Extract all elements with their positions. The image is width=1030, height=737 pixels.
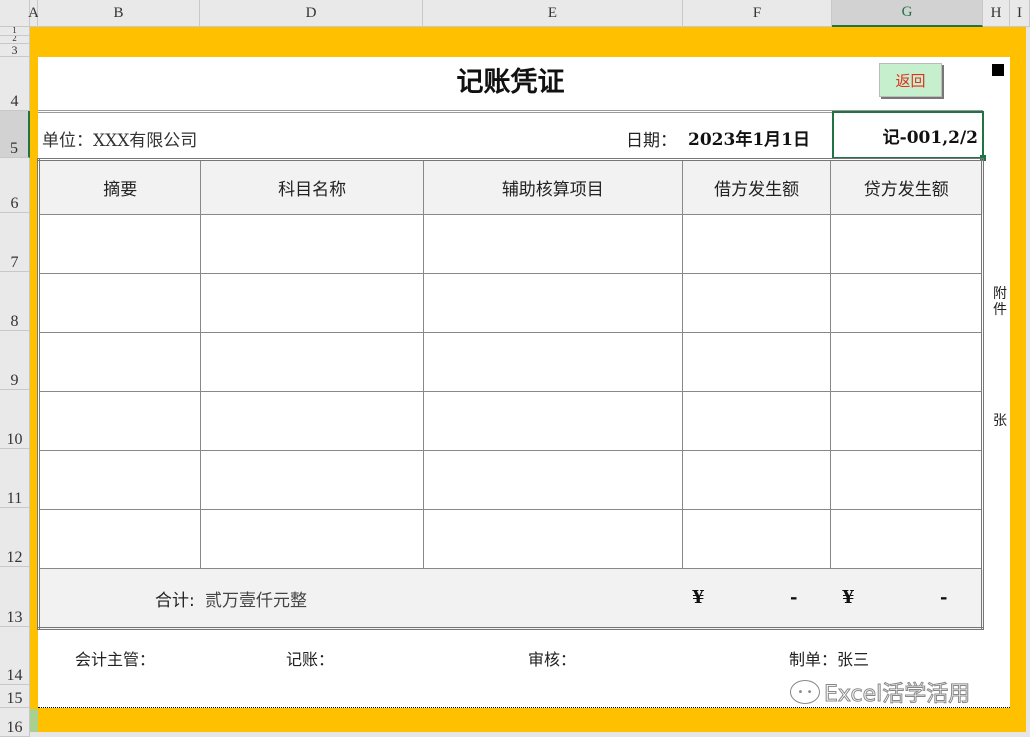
row-header-12[interactable]: 12 [0, 508, 30, 567]
cell[interactable] [39, 333, 201, 392]
cell[interactable] [831, 510, 983, 569]
column-header-b[interactable]: B [38, 0, 200, 27]
cell[interactable] [39, 274, 201, 333]
row-header-14[interactable]: 14 [0, 627, 30, 685]
cell[interactable] [682, 510, 831, 569]
cell[interactable] [423, 392, 682, 451]
credit-currency: ¥ [842, 587, 855, 608]
cell[interactable] [201, 451, 423, 510]
cell[interactable] [831, 274, 983, 333]
header-auxiliary: 辅助核算项目 [423, 160, 682, 215]
date-label: 日期： [626, 126, 677, 151]
cell[interactable] [831, 392, 983, 451]
back-button[interactable]: 返回 [879, 63, 942, 97]
cell[interactable] [423, 333, 682, 392]
row-header-16[interactable]: 16 [0, 708, 30, 737]
column-header-i[interactable]: I [1010, 0, 1030, 27]
cell[interactable] [201, 392, 423, 451]
row-header-8[interactable]: 8 [0, 272, 30, 331]
cell[interactable] [39, 451, 201, 510]
cell[interactable] [682, 451, 831, 510]
attachment-label: 附件 [993, 286, 1007, 318]
table-row [39, 510, 983, 569]
table-row [39, 451, 983, 510]
table-row [39, 392, 983, 451]
cell[interactable] [682, 215, 831, 274]
cell[interactable] [39, 392, 201, 451]
row-header-4[interactable]: 4 [0, 57, 30, 111]
cell[interactable] [423, 274, 682, 333]
credit-total: - [940, 587, 947, 608]
voucher-title: 记账凭证 [38, 60, 983, 99]
column-header-f[interactable]: F [683, 0, 832, 27]
watermark-text: Excel活学活用 [824, 676, 970, 708]
cell[interactable] [831, 451, 983, 510]
voucher-number: 记-001,2/2 [883, 123, 978, 148]
row-header-11[interactable]: 11 [0, 449, 30, 508]
table-row [39, 333, 983, 392]
auditor-signature: 审核： [528, 646, 576, 670]
cell[interactable] [423, 451, 682, 510]
watermark: • • Excel活学活用 [790, 676, 970, 708]
preparer-signature: 制单：张三 [789, 646, 869, 670]
square-marker-icon [992, 64, 1004, 76]
table-row [39, 274, 983, 333]
column-header-e[interactable]: E [423, 0, 683, 27]
cell[interactable] [39, 510, 201, 569]
header-debit: 借方发生额 [682, 160, 831, 215]
row-header-6[interactable]: 6 [0, 158, 30, 213]
header-summary: 摘要 [39, 160, 201, 215]
row-header-9[interactable]: 9 [0, 331, 30, 390]
column-header-g[interactable]: G [832, 0, 983, 27]
row-header-3[interactable]: 3 [0, 44, 30, 57]
total-in-words: 贰万壹仟元整 [205, 586, 307, 611]
debit-total: - [790, 587, 797, 608]
date-value[interactable]: 2023年1月1日 [688, 125, 810, 150]
voucher-table: 摘要 科目名称 辅助核算项目 借方发生额 贷方发生额 [37, 158, 984, 630]
cell[interactable] [831, 333, 983, 392]
row-header-1[interactable]: 1 [0, 27, 30, 36]
cell[interactable] [831, 215, 983, 274]
supervisor-signature: 会计主管： [75, 646, 155, 670]
cell[interactable] [682, 274, 831, 333]
cell[interactable] [201, 215, 423, 274]
select-all-corner[interactable] [0, 0, 30, 27]
column-header-d[interactable]: D [200, 0, 423, 27]
bookkeeper-signature: 记账： [286, 646, 334, 670]
cell-fill-marker [30, 709, 38, 732]
column-header-h[interactable]: H [983, 0, 1010, 27]
row-header-5[interactable]: 5 [0, 111, 30, 158]
cell[interactable] [423, 510, 682, 569]
row-header-15[interactable]: 15 [0, 685, 30, 708]
voucher-number-cell[interactable]: 记-001,2/2 [832, 111, 984, 159]
wechat-icon: • • [790, 680, 820, 704]
row-header-10[interactable]: 10 [0, 390, 30, 449]
table-row [39, 215, 983, 274]
column-header-a[interactable]: A [30, 0, 38, 27]
cell[interactable] [201, 333, 423, 392]
cell[interactable] [201, 510, 423, 569]
header-credit: 贷方发生额 [831, 160, 983, 215]
row-header-13[interactable]: 13 [0, 567, 30, 627]
attachment-unit: 张 [993, 413, 1007, 429]
company-unit: 单位：XXX有限公司 [42, 126, 197, 151]
header-account-name: 科目名称 [201, 160, 423, 215]
row-header-7[interactable]: 7 [0, 213, 30, 272]
debit-currency: ¥ [692, 587, 705, 608]
cell[interactable] [682, 333, 831, 392]
cell[interactable] [423, 215, 682, 274]
cell[interactable] [201, 274, 423, 333]
total-label: 合计: [155, 586, 195, 611]
row-header-2[interactable]: 2 [0, 36, 30, 44]
cell[interactable] [682, 392, 831, 451]
cell[interactable] [39, 215, 201, 274]
